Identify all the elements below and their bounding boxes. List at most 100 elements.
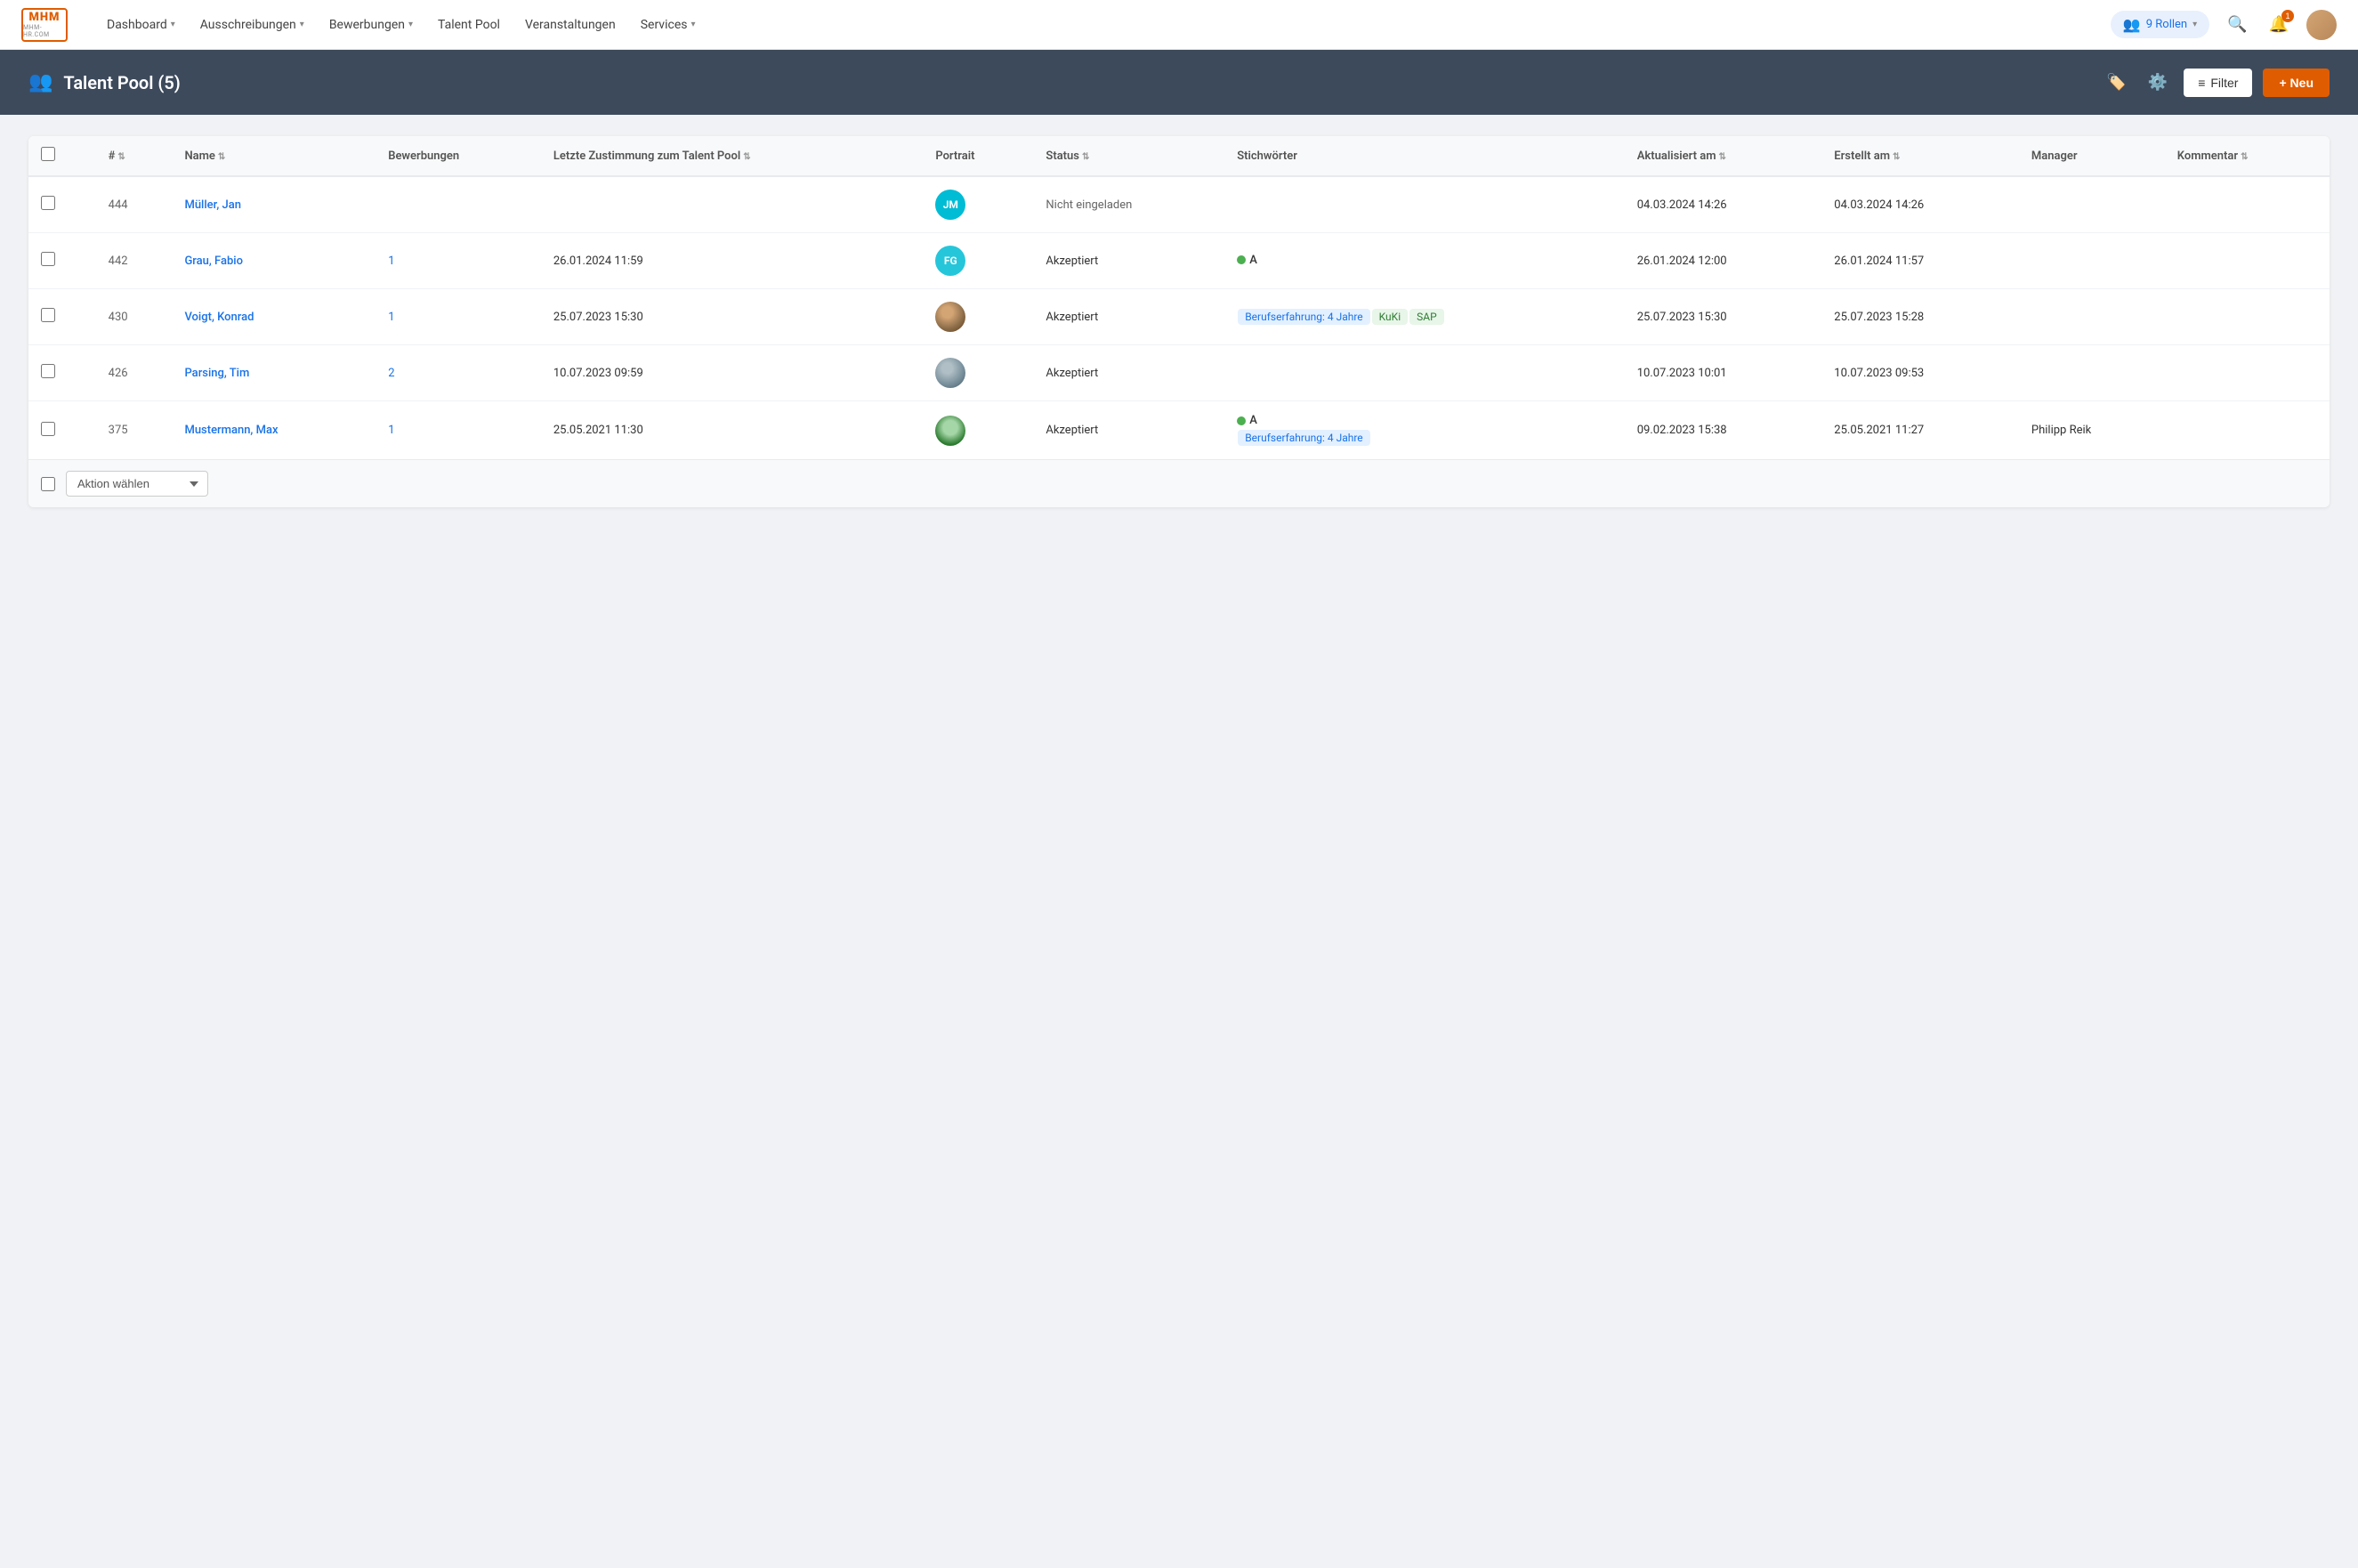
tag-2-1[interactable]: KuKi bbox=[1372, 309, 1408, 325]
row-name-4[interactable]: Mustermann, Max bbox=[172, 401, 376, 460]
row-checkbox-3[interactable] bbox=[41, 364, 55, 378]
row-bewerbungen-3[interactable]: 2 bbox=[376, 345, 541, 401]
row-checkbox-2[interactable] bbox=[41, 308, 55, 322]
nav-item-ausschreibungen[interactable]: Ausschreibungen▾ bbox=[190, 12, 315, 37]
row-zustimmung-0 bbox=[541, 176, 923, 233]
row-name-2[interactable]: Voigt, Konrad bbox=[172, 289, 376, 345]
row-bewerbungen-4[interactable]: 1 bbox=[376, 401, 541, 460]
tag-2-0[interactable]: Berufserfahrung: 4 Jahre bbox=[1238, 309, 1369, 325]
row-aktualisiert-0: 04.03.2024 14:26 bbox=[1625, 176, 1822, 233]
col-stichwrter: Stichwörter bbox=[1224, 136, 1624, 176]
row-bewerbungen-2[interactable]: 1 bbox=[376, 289, 541, 345]
sort-icon: ⇅ bbox=[117, 152, 125, 162]
col-erstellt-am[interactable]: Erstellt am⇅ bbox=[1821, 136, 2019, 176]
row-tags-2: Berufserfahrung: 4 JahreKuKiSAP bbox=[1224, 289, 1624, 345]
nav-item-talent-pool[interactable]: Talent Pool bbox=[427, 12, 511, 37]
row-status-0: Nicht eingeladen bbox=[1033, 176, 1224, 233]
tag[interactable]: Berufserfahrung: 4 Jahre bbox=[1238, 430, 1369, 446]
row-bewerbungen-1[interactable]: 1 bbox=[376, 233, 541, 289]
row-kommentar-3 bbox=[2165, 345, 2330, 401]
row-status: Nicht eingeladen bbox=[1046, 198, 1132, 212]
row-id-3: 426 bbox=[96, 345, 173, 401]
row-tags-3 bbox=[1224, 345, 1624, 401]
nav-item-services[interactable]: Services▾ bbox=[630, 12, 707, 37]
nav-item-bewerbungen[interactable]: Bewerbungen▾ bbox=[319, 12, 424, 37]
status-dot bbox=[1237, 255, 1246, 264]
search-button[interactable]: 🔍 bbox=[2224, 12, 2250, 37]
row-manager-4: Philipp Reik bbox=[2019, 401, 2165, 460]
nav-item-veranstaltungen[interactable]: Veranstaltungen bbox=[514, 12, 626, 37]
select-all-checkbox[interactable] bbox=[41, 147, 55, 161]
col-letzte-zustimmung-zum-talent-pool[interactable]: Letzte Zustimmung zum Talent Pool⇅ bbox=[541, 136, 923, 176]
table-row: 430Voigt, Konrad125.07.2023 15:30Akzepti… bbox=[28, 289, 2330, 345]
row-status-1: Akzeptiert bbox=[1033, 233, 1224, 289]
row-name-0[interactable]: Müller, Jan bbox=[172, 176, 376, 233]
nav-chevron: ▾ bbox=[171, 20, 175, 29]
row-id-4: 375 bbox=[96, 401, 173, 460]
tags-button[interactable]: 🏷️ bbox=[2101, 68, 2131, 97]
row-status: Akzeptiert bbox=[1046, 255, 1098, 268]
nav-chevron: ▾ bbox=[408, 20, 413, 29]
filter-button[interactable]: ≡ Filter bbox=[2184, 69, 2252, 97]
row-zustimmung-2: 25.07.2023 15:30 bbox=[541, 289, 923, 345]
user-avatar[interactable] bbox=[2306, 10, 2337, 40]
table-row: 375Mustermann, Max125.05.2021 11:30 Akzep… bbox=[28, 401, 2330, 460]
page-header-left: 👥 Talent Pool (5) bbox=[28, 71, 181, 93]
row-name-3[interactable]: Parsing, Tim bbox=[172, 345, 376, 401]
notifications-button[interactable]: 🔔 1 bbox=[2265, 12, 2292, 37]
settings-button[interactable]: ⚙️ bbox=[2143, 68, 2173, 97]
row-status: Akzeptiert bbox=[1046, 367, 1098, 380]
roles-button[interactable]: 👥 9 Rollen ▾ bbox=[2111, 11, 2209, 38]
row-aktualisiert-2: 25.07.2023 15:30 bbox=[1625, 289, 1822, 345]
col-name[interactable]: Name⇅ bbox=[172, 136, 376, 176]
row-kommentar-1 bbox=[2165, 233, 2330, 289]
row-kommentar-2 bbox=[2165, 289, 2330, 345]
col-manager: Manager bbox=[2019, 136, 2165, 176]
row-id-2: 430 bbox=[96, 289, 173, 345]
row-zustimmung-4: 25.05.2021 11:30 bbox=[541, 401, 923, 460]
row-status-4: Akzeptiert bbox=[1033, 401, 1224, 460]
action-select[interactable]: Aktion wählen Löschen Exportieren bbox=[66, 471, 208, 497]
row-checkbox-0[interactable] bbox=[41, 196, 55, 210]
col-bewerbungen: Bewerbungen bbox=[376, 136, 541, 176]
row-zustimmung-3: 10.07.2023 09:59 bbox=[541, 345, 923, 401]
table-row: 442Grau, Fabio126.01.2024 11:59FGAkzepti… bbox=[28, 233, 2330, 289]
page-title: Talent Pool (5) bbox=[63, 72, 180, 93]
logo[interactable]: MHM MHM-HR.COM bbox=[21, 8, 68, 42]
roles-label: 9 Rollen bbox=[2146, 18, 2187, 31]
row-name-1[interactable]: Grau, Fabio bbox=[172, 233, 376, 289]
new-label: + Neu bbox=[2279, 76, 2314, 90]
roles-icon: 👥 bbox=[2123, 16, 2141, 33]
row-manager-1 bbox=[2019, 233, 2165, 289]
new-button[interactable]: + Neu bbox=[2263, 69, 2330, 97]
col-kommentar[interactable]: Kommentar⇅ bbox=[2165, 136, 2330, 176]
sort-icon: ⇅ bbox=[1082, 152, 1089, 162]
col-aktualisiert-am[interactable]: Aktualisiert am⇅ bbox=[1625, 136, 1822, 176]
row-portrait-3 bbox=[923, 345, 1033, 401]
row-status-2: Akzeptiert bbox=[1033, 289, 1224, 345]
row-erstellt-0: 04.03.2024 14:26 bbox=[1821, 176, 2019, 233]
col-status[interactable]: Status⇅ bbox=[1033, 136, 1224, 176]
row-status: Akzeptiert bbox=[1046, 311, 1098, 324]
main-content: #⇅Name⇅BewerbungenLetzte Zustimmung zum … bbox=[0, 115, 2358, 529]
filter-icon: ≡ bbox=[2198, 76, 2205, 90]
page-header: 👥 Talent Pool (5) 🏷️ ⚙️ ≡ Filter + Neu bbox=[0, 50, 2358, 115]
avatar-1: FG bbox=[935, 246, 965, 276]
sort-icon: ⇅ bbox=[1719, 152, 1726, 162]
table-row: 444Müller, JanJMNicht eingeladen04.03.20… bbox=[28, 176, 2330, 233]
col-[interactable]: #⇅ bbox=[96, 136, 173, 176]
sort-icon: ⇅ bbox=[1893, 152, 1900, 162]
row-tags-4: ABerufserfahrung: 4 Jahre bbox=[1224, 401, 1624, 460]
row-erstellt-1: 26.01.2024 11:57 bbox=[1821, 233, 2019, 289]
row-kommentar-4 bbox=[2165, 401, 2330, 460]
select-all-bottom-checkbox[interactable] bbox=[41, 477, 55, 491]
row-checkbox-4[interactable] bbox=[41, 422, 55, 436]
talent-pool-table: #⇅Name⇅BewerbungenLetzte Zustimmung zum … bbox=[28, 136, 2330, 507]
logo-top: MHM bbox=[29, 11, 61, 24]
row-manager-0 bbox=[2019, 176, 2165, 233]
nav-item-dashboard[interactable]: Dashboard▾ bbox=[96, 12, 186, 37]
tag-2-2[interactable]: SAP bbox=[1409, 309, 1444, 325]
nav-label: Services bbox=[641, 18, 688, 32]
nav-label: Talent Pool bbox=[438, 18, 500, 32]
row-checkbox-1[interactable] bbox=[41, 252, 55, 266]
